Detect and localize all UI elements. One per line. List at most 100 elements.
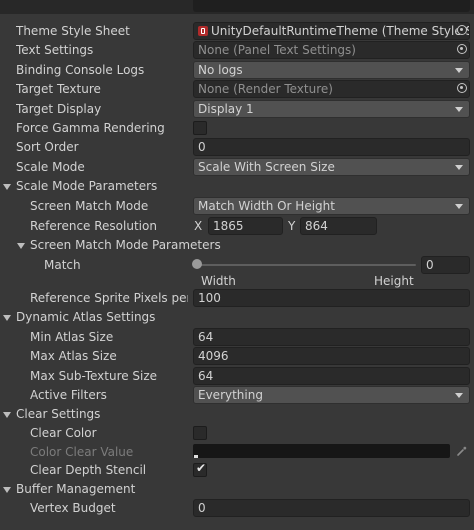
- previous-field-edge: [193, 0, 470, 12]
- object-picker-icon[interactable]: [457, 44, 467, 54]
- vertex-budget-input[interactable]: 0: [193, 499, 470, 517]
- reference-resolution-x-input[interactable]: 1865: [208, 217, 283, 235]
- reference-sprite-pixels-input[interactable]: 100: [193, 289, 470, 307]
- force-gamma-rendering-toggle[interactable]: [193, 121, 207, 135]
- chevron-down-icon: [455, 204, 463, 209]
- object-picker-icon[interactable]: [457, 25, 467, 35]
- foldout-scale-mode-parameters[interactable]: Scale Mode Parameters: [0, 176, 474, 196]
- row-text-settings: Text Settings None (Panel Text Settings): [0, 40, 474, 60]
- vertex-budget-label: Vertex Budget: [30, 501, 116, 515]
- foldout-clear-settings[interactable]: Clear Settings: [0, 404, 474, 424]
- min-atlas-size-label: Min Atlas Size: [30, 330, 114, 344]
- max-atlas-size-input[interactable]: 4096: [193, 347, 470, 365]
- force-gamma-rendering-label: Force Gamma Rendering: [16, 121, 165, 135]
- scale-mode-dropdown[interactable]: Scale With Screen Size: [193, 158, 470, 176]
- active-filters-value: Everything: [198, 388, 263, 402]
- target-display-label: Target Display: [16, 102, 102, 116]
- binding-console-logs-label: Binding Console Logs: [16, 63, 145, 77]
- row-reference-resolution: Reference Resolution X 1865 Y 864: [0, 216, 474, 236]
- target-texture-label: Target Texture: [16, 82, 101, 96]
- max-sub-texture-size-input[interactable]: 64: [193, 367, 470, 385]
- screen-match-mode-value: Match Width Or Height: [198, 199, 335, 213]
- reference-resolution-label: Reference Resolution: [30, 219, 157, 233]
- row-sort-order: Sort Order 0: [0, 137, 474, 157]
- row-target-texture: Target Texture None (Render Texture): [0, 79, 474, 99]
- clear-color-label: Clear Color: [30, 426, 97, 440]
- row-screen-match-mode: Screen Match Mode Match Width Or Height: [0, 196, 474, 216]
- theme-style-sheet-label: Theme Style Sheet: [16, 24, 130, 38]
- text-settings-label: Text Settings: [16, 43, 94, 57]
- sort-order-value: 0: [198, 140, 206, 154]
- foldout-screen-match-mode-parameters[interactable]: Screen Match Mode Parameters: [0, 235, 474, 255]
- reference-resolution-x-value: 1865: [213, 219, 244, 233]
- clear-settings-label: Clear Settings: [16, 407, 101, 421]
- clear-depth-stencil-toggle[interactable]: ✔: [193, 461, 207, 477]
- foldout-arrow-icon[interactable]: [3, 412, 11, 418]
- match-slider-track[interactable]: [196, 264, 416, 266]
- active-filters-dropdown[interactable]: Everything: [193, 386, 470, 404]
- buffer-management-label: Buffer Management: [16, 482, 136, 496]
- screen-match-mode-dropdown[interactable]: Match Width Or Height: [193, 197, 470, 215]
- row-reference-sprite-pixels: Reference Sprite Pixels per… 100: [0, 288, 474, 308]
- row-scale-mode: Scale Mode Scale With Screen Size: [0, 157, 474, 177]
- color-clear-value-swatch[interactable]: [193, 444, 450, 458]
- target-texture-value: None (Render Texture): [198, 82, 333, 96]
- foldout-arrow-icon[interactable]: [3, 487, 11, 493]
- target-display-value: Display 1: [198, 102, 254, 116]
- min-atlas-size-value: 64: [198, 330, 214, 344]
- chevron-down-icon: [455, 393, 463, 398]
- alpha-indicator: [194, 455, 198, 458]
- match-slider-thumb[interactable]: [192, 259, 202, 269]
- foldout-dynamic-atlas-settings[interactable]: Dynamic Atlas Settings: [0, 307, 474, 327]
- text-settings-value: None (Panel Text Settings): [198, 43, 356, 57]
- row-clear-color: Clear Color: [0, 423, 474, 443]
- screen-match-mode-label: Screen Match Mode: [30, 199, 149, 213]
- row-active-filters: Active Filters Everything: [0, 385, 474, 405]
- match-height-label: Height: [374, 274, 414, 288]
- binding-console-logs-dropdown[interactable]: No logs: [193, 61, 470, 79]
- vertex-budget-value: 0: [198, 501, 206, 515]
- dynamic-atlas-settings-label: Dynamic Atlas Settings: [16, 310, 156, 324]
- max-sub-texture-size-label: Max Sub-Texture Size: [30, 369, 158, 383]
- foldout-arrow-icon[interactable]: [3, 315, 11, 321]
- chevron-down-icon: [455, 107, 463, 112]
- theme-style-sheet-field[interactable]: UnityDefaultRuntimeTheme (Theme Style Sh: [193, 22, 470, 40]
- reference-resolution-y-label: Y: [288, 219, 296, 233]
- inspector-top-strip: [0, 0, 474, 14]
- target-display-dropdown[interactable]: Display 1: [193, 100, 470, 118]
- foldout-arrow-icon[interactable]: [17, 243, 25, 249]
- color-clear-value-label: Color Clear Value: [30, 445, 134, 459]
- row-target-display: Target Display Display 1: [0, 99, 474, 119]
- sort-order-input[interactable]: 0: [193, 138, 470, 156]
- target-texture-field[interactable]: None (Render Texture): [193, 80, 470, 98]
- match-label: Match: [44, 258, 81, 272]
- reference-resolution-y-input[interactable]: 864: [300, 217, 377, 235]
- clear-depth-stencil-label: Clear Depth Stencil: [30, 463, 147, 477]
- chevron-down-icon: [455, 68, 463, 73]
- reference-sprite-pixels-value: 100: [198, 291, 221, 305]
- foldout-arrow-icon[interactable]: [3, 184, 11, 190]
- foldout-buffer-management[interactable]: Buffer Management: [0, 479, 474, 499]
- theme-style-sheet-icon: [198, 26, 208, 36]
- active-filters-label: Active Filters: [30, 388, 107, 402]
- scale-mode-parameters-label: Scale Mode Parameters: [16, 179, 158, 193]
- eyedropper-icon[interactable]: [456, 445, 468, 457]
- checkmark-icon: ✔: [196, 461, 207, 475]
- row-min-atlas-size: Min Atlas Size 64: [0, 327, 474, 347]
- clear-color-toggle[interactable]: [193, 426, 207, 440]
- theme-style-sheet-value: UnityDefaultRuntimeTheme (Theme Style Sh: [211, 24, 470, 38]
- reference-resolution-x-label: X: [194, 219, 203, 233]
- screen-match-mode-parameters-label: Screen Match Mode Parameters: [30, 238, 221, 252]
- row-clear-depth-stencil: Clear Depth Stencil ✔: [0, 460, 474, 480]
- max-sub-texture-size-value: 64: [198, 369, 214, 383]
- match-width-label: Width: [201, 274, 236, 288]
- max-atlas-size-label: Max Atlas Size: [30, 349, 117, 363]
- object-picker-icon[interactable]: [457, 83, 467, 93]
- reference-resolution-y-value: 864: [305, 219, 328, 233]
- scale-mode-label: Scale Mode: [16, 160, 85, 174]
- min-atlas-size-input[interactable]: 64: [193, 328, 470, 346]
- row-max-atlas-size: Max Atlas Size 4096: [0, 346, 474, 366]
- row-vertex-budget: Vertex Budget 0: [0, 498, 474, 518]
- text-settings-field[interactable]: None (Panel Text Settings): [193, 41, 470, 59]
- max-atlas-size-value: 4096: [198, 349, 229, 363]
